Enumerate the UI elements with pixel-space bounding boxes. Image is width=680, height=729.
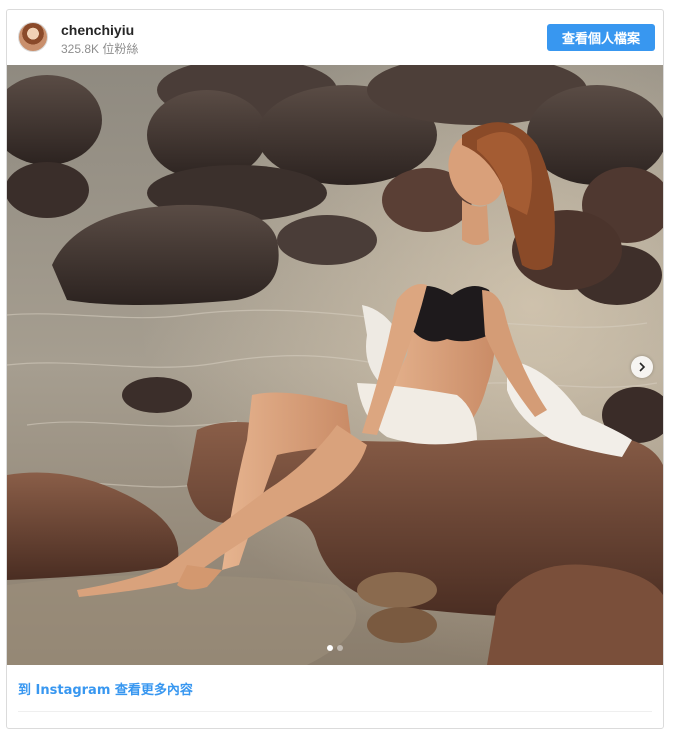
follower-count: 325.8K 位粉絲: [61, 42, 139, 56]
carousel-next-button[interactable]: [631, 356, 653, 378]
profile-avatar[interactable]: [18, 22, 48, 52]
chevron-right-icon: [639, 362, 646, 372]
view-more-on-instagram-link[interactable]: 到 Instagram 查看更多內容: [18, 679, 193, 698]
post-photo[interactable]: [7, 65, 663, 665]
carousel-indicator: [7, 645, 663, 653]
instagram-embed-card: chenchiyiu 325.8K 位粉絲 查看個人檔案 到 Instagram…: [6, 9, 664, 729]
carousel-dot: [337, 645, 343, 651]
post-header: chenchiyiu 325.8K 位粉絲 查看個人檔案: [7, 10, 663, 66]
post-footer: 到 Instagram 查看更多內容: [7, 665, 663, 715]
divider: [18, 711, 652, 712]
beach-rocks-photo: [7, 65, 663, 665]
view-profile-button[interactable]: 查看個人檔案: [547, 24, 655, 51]
carousel-dot-active: [327, 645, 333, 651]
username[interactable]: chenchiyiu: [61, 22, 134, 38]
